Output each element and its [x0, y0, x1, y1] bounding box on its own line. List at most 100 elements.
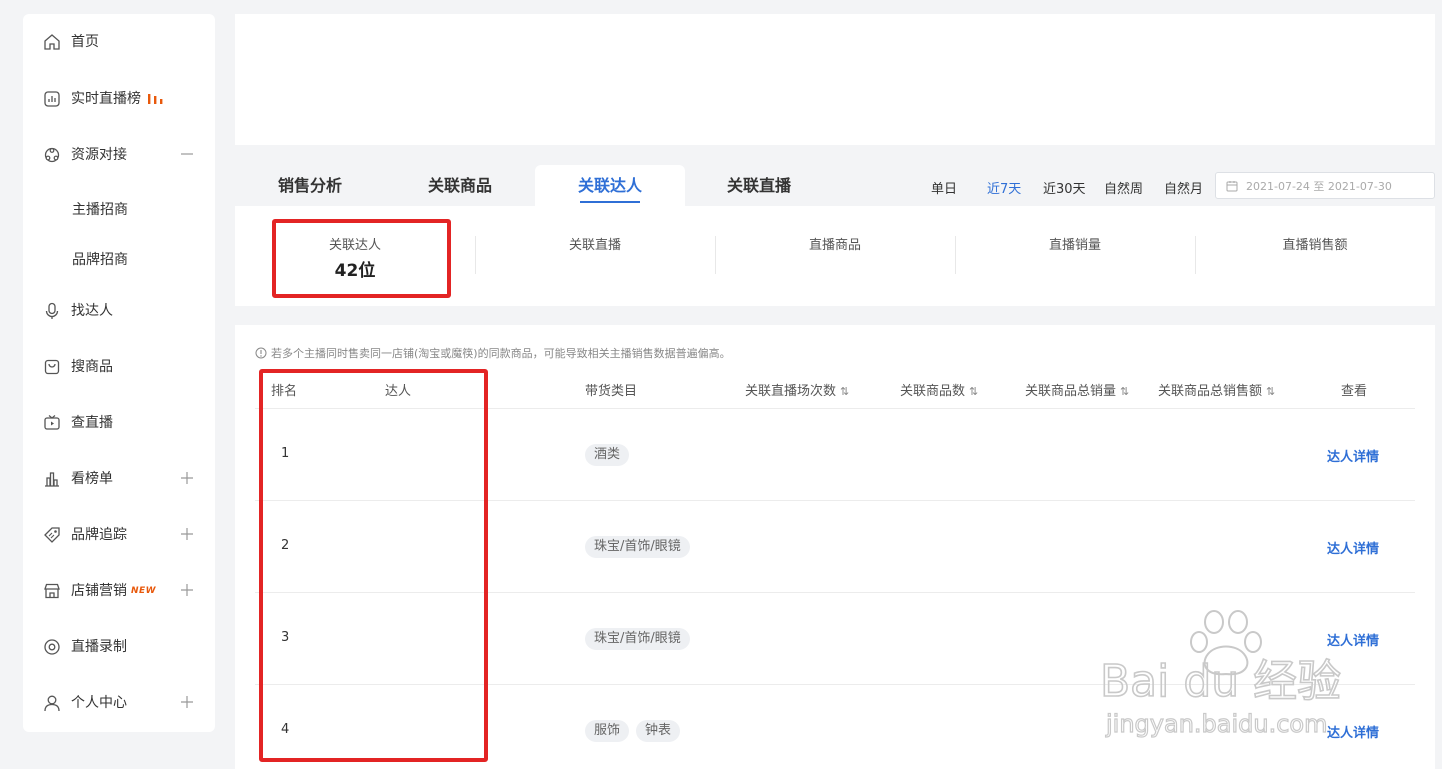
store-icon	[44, 583, 60, 599]
sidebar: 首页 实时直播榜 资源对接 主播招商 品牌招商 找达人 搜商品 查直播 看榜单 …	[23, 14, 215, 732]
sort-icon[interactable]: ⇅	[840, 385, 849, 398]
sidebar-item-home[interactable]: 首页	[23, 24, 215, 60]
sidebar-item-brand-invite[interactable]: 品牌招商	[23, 242, 215, 278]
influencer-detail-link[interactable]: 达人详情	[1327, 630, 1379, 649]
plus-icon[interactable]	[179, 470, 195, 486]
row-category-tags: 服饰 钟表	[585, 719, 687, 742]
calendar-icon	[1226, 180, 1238, 191]
category-tag: 珠宝/首饰/眼镜	[585, 628, 690, 650]
range-7-days[interactable]: 近7天	[987, 178, 1021, 197]
user-icon	[44, 695, 60, 712]
tab-related-goods[interactable]: 关联商品	[428, 165, 492, 206]
range-natural-month[interactable]: 自然月	[1164, 178, 1203, 197]
row-rank: 3	[281, 630, 290, 645]
sidebar-item-label: 品牌追踪	[71, 527, 127, 543]
tab-sales-analysis[interactable]: 销售分析	[278, 165, 342, 206]
sidebar-item-personal-center[interactable]: 个人中心	[23, 685, 215, 721]
stat-live-sales-volume: 直播销量	[955, 206, 1195, 306]
header-label: 关联商品数	[900, 384, 966, 399]
category-tag: 珠宝/首饰/眼镜	[585, 536, 690, 558]
row-rank: 4	[281, 722, 290, 737]
sidebar-item-label: 实时直播榜	[71, 91, 141, 107]
range-natural-week[interactable]: 自然周	[1104, 178, 1143, 197]
row-divider	[255, 500, 1415, 501]
tag-icon	[44, 527, 60, 543]
sidebar-item-label: 资源对接	[71, 147, 127, 163]
record-icon	[44, 639, 60, 655]
plus-icon[interactable]	[179, 694, 195, 710]
row-category-tags: 珠宝/首饰/眼镜	[585, 535, 697, 558]
sidebar-item-label: 看榜单	[71, 471, 113, 487]
row-rank: 1	[281, 446, 290, 461]
live-chart-icon	[44, 91, 60, 107]
sidebar-item-store-marketing[interactable]: 店铺营销 NEW	[23, 573, 215, 609]
sidebar-item-label: 首页	[71, 34, 99, 50]
microphone-icon	[45, 302, 59, 319]
category-tag: 服饰	[585, 720, 630, 742]
stats-panel: 关联达人 42位 关联直播 直播商品 直播销量 直播销售额	[235, 206, 1435, 306]
sidebar-item-check-live[interactable]: 查直播	[23, 405, 215, 441]
column-header-view: 查看	[1341, 384, 1368, 399]
resource-icon	[44, 147, 60, 163]
live-bars-icon	[148, 94, 163, 104]
influencer-detail-link[interactable]: 达人详情	[1327, 722, 1379, 741]
sidebar-item-label: 搜商品	[71, 359, 113, 375]
bar-chart-icon	[45, 472, 59, 487]
row-category-tags: 酒类	[585, 443, 636, 466]
stat-title: 直播商品	[808, 238, 861, 253]
active-tab-underline	[580, 201, 640, 203]
influencer-table-panel: 若多个主播同时售卖同一店铺(淘宝或魔筷)的同款商品，可能导致相关主播销售数据普遍…	[235, 325, 1435, 769]
notice-text: 若多个主播同时售卖同一店铺(淘宝或魔筷)的同款商品，可能导致相关主播销售数据普遍…	[271, 347, 731, 360]
sidebar-item-label: 查直播	[71, 415, 113, 431]
sidebar-item-brand-tracking[interactable]: 品牌追踪	[23, 517, 215, 553]
sidebar-item-resources[interactable]: 资源对接	[23, 137, 215, 173]
header-label: 关联商品总销量	[1025, 384, 1117, 399]
category-tag: 酒类	[585, 444, 630, 466]
column-header-sales-amount[interactable]: 关联商品总销售额 ⇅	[1158, 380, 1275, 399]
sidebar-item-label: 品牌招商	[72, 252, 128, 268]
stat-live-goods: 直播商品	[715, 206, 955, 306]
info-icon	[255, 347, 267, 359]
header-label: 关联商品总销售额	[1158, 384, 1263, 399]
tab-related-live[interactable]: 关联直播	[727, 165, 791, 206]
sidebar-item-live-recording[interactable]: 直播录制	[23, 629, 215, 665]
column-header-sessions[interactable]: 关联直播场次数 ⇅	[745, 380, 849, 399]
stat-value: 42位	[334, 261, 376, 281]
new-badge: NEW	[131, 586, 157, 596]
influencer-detail-link[interactable]: 达人详情	[1327, 446, 1379, 465]
sort-icon[interactable]: ⇅	[969, 385, 978, 398]
plus-icon[interactable]	[179, 526, 195, 542]
date-range-picker[interactable]: 2021-07-24 至 2021-07-30	[1215, 172, 1435, 199]
row-category-tags: 珠宝/首饰/眼镜	[585, 627, 697, 650]
influencer-detail-link[interactable]: 达人详情	[1327, 538, 1379, 557]
stat-title: 关联达人	[328, 238, 381, 253]
sort-icon[interactable]: ⇅	[1266, 385, 1275, 398]
sidebar-item-find-influencer[interactable]: 找达人	[23, 293, 215, 329]
row-divider	[255, 592, 1415, 593]
range-single-day[interactable]: 单日	[931, 178, 957, 197]
sidebar-item-label: 找达人	[71, 303, 113, 319]
plus-icon[interactable]	[179, 582, 195, 598]
sidebar-item-live-ranking[interactable]: 实时直播榜	[23, 81, 215, 117]
column-header-goods[interactable]: 关联商品数 ⇅	[900, 380, 978, 399]
sidebar-item-label: 直播录制	[71, 639, 127, 655]
column-header-influencer: 达人	[385, 384, 412, 399]
sidebar-item-anchor-invite[interactable]: 主播招商	[23, 192, 215, 228]
sort-icon[interactable]: ⇅	[1120, 385, 1129, 398]
header-label: 关联直播场次数	[745, 384, 837, 399]
tab-bar: 销售分析 关联商品 关联达人 关联直播 单日 近7天 近30天 自然周 自然月 …	[235, 145, 1435, 206]
stat-title: 关联直播	[568, 238, 621, 253]
range-30-days[interactable]: 近30天	[1043, 178, 1086, 197]
date-range-text: 2021-07-24 至 2021-07-30	[1246, 179, 1392, 193]
sidebar-item-rankings[interactable]: 看榜单	[23, 461, 215, 497]
tab-related-influencers[interactable]: 关联达人	[535, 165, 685, 206]
row-divider	[255, 684, 1415, 685]
sidebar-item-search-goods[interactable]: 搜商品	[23, 349, 215, 385]
tv-icon	[44, 415, 60, 430]
stat-live-sales-amount: 直播销售额	[1195, 206, 1435, 306]
column-header-category: 带货类目	[585, 384, 638, 399]
column-header-sales-volume[interactable]: 关联商品总销量 ⇅	[1025, 380, 1129, 399]
stat-title: 直播销售额	[1282, 238, 1348, 253]
minus-icon[interactable]	[179, 146, 195, 162]
category-tag: 钟表	[636, 720, 681, 742]
